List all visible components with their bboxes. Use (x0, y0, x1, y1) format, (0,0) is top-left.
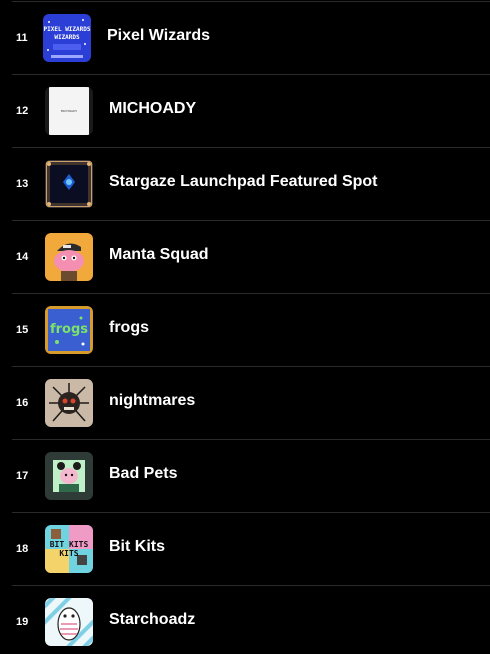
collection-name: MICHOADY (109, 100, 197, 117)
nightmares-thumbnail (45, 379, 93, 427)
svg-text:frogs: frogs (50, 322, 88, 337)
collection-row-frogs[interactable]: 15 frogs frogs (12, 294, 490, 367)
rank-number: 15 (16, 324, 29, 336)
collection-name: Bad Pets (109, 465, 178, 482)
michoady-thumbnail: MICHOADY (45, 87, 93, 135)
rank-number: 17 (16, 470, 29, 482)
rank-number: 14 (16, 251, 29, 263)
rank-number: 11 (16, 32, 28, 44)
collection-row-manta-squad[interactable]: 14 Manta Squad (12, 221, 490, 294)
frogs-thumbnail: frogs (45, 306, 93, 354)
manta-squad-thumbnail (45, 233, 93, 281)
collection-name: Pixel Wizards (107, 27, 211, 44)
svg-text:MICHOADY: MICHOADY (61, 109, 77, 113)
collection-row-michoady[interactable]: 12 MICHOADY MICHOADY (12, 75, 490, 148)
rank-number: 18 (16, 543, 29, 555)
collection-name: Manta Squad (109, 246, 209, 263)
collection-row-nightmares[interactable]: 16 nightmares (12, 367, 490, 440)
pixel-wizards-thumbnail: PIXEL WIZARDS WIZARDS (43, 14, 91, 62)
collection-row-bit-kits[interactable]: 18 BIT KITS KITS Bit Kits (12, 513, 490, 586)
collection-row-stargaze-launchpad-featured-spot[interactable]: 13 Stargaze Launchpad Featured Spot (12, 148, 490, 221)
rank-number: 13 (16, 178, 29, 190)
rank-number: 12 (16, 105, 29, 117)
collection-name: Starchoadz (109, 611, 196, 628)
collection-row-bad-pets[interactable]: 17 Bad Pets (12, 440, 490, 513)
bad-pets-thumbnail (45, 452, 93, 500)
rank-number: 16 (16, 397, 29, 409)
svg-text:BIT KITS: BIT KITS (50, 540, 89, 549)
collection-name: Stargaze Launchpad Featured Spot (109, 173, 378, 190)
svg-text:KITS: KITS (59, 549, 78, 558)
stargaze-launchpad-thumbnail (45, 160, 93, 208)
svg-text:WIZARDS: WIZARDS (54, 34, 80, 41)
collection-name: Bit Kits (109, 538, 165, 555)
collection-row-pixel-wizards[interactable]: 11 PIXEL WIZARDS WIZARDS Pixel Wizards (12, 2, 490, 75)
collection-row-starchoadz[interactable]: 19 Starchoadz (12, 586, 490, 654)
rank-number: 19 (16, 616, 29, 628)
collection-name: frogs (109, 319, 149, 336)
collection-name: nightmares (109, 392, 196, 409)
starchoadz-thumbnail (45, 598, 93, 646)
collection-ranking-list: 11 PIXEL WIZARDS WIZARDS Pixel Wizards 1… (0, 0, 490, 654)
svg-text:PIXEL WIZARDS: PIXEL WIZARDS (44, 26, 91, 33)
bit-kits-thumbnail: BIT KITS KITS (45, 525, 93, 573)
